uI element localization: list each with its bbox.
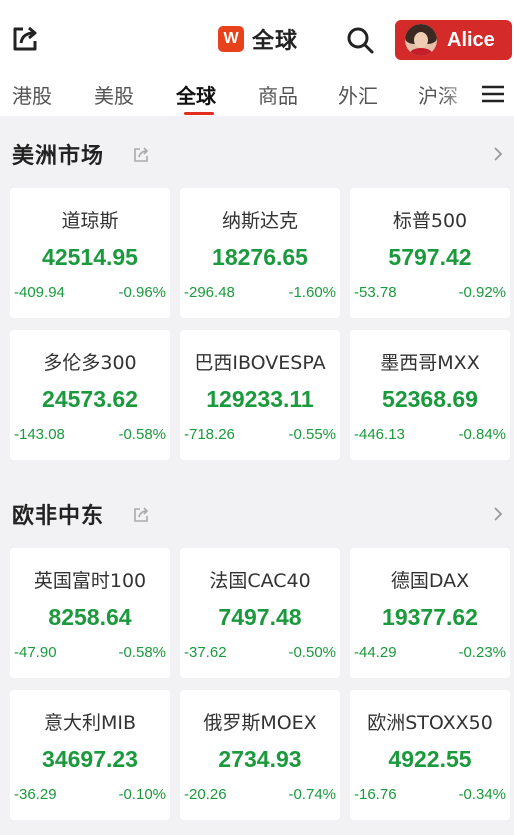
- index-card[interactable]: 多伦多300 24573.62 -143.08 -0.58%: [10, 330, 170, 460]
- section-americas-header[interactable]: 美洲市场: [0, 124, 514, 180]
- search-icon[interactable]: [344, 24, 376, 56]
- index-card[interactable]: 墨西哥MXX 52368.69 -446.13 -0.84%: [350, 330, 510, 460]
- index-change-pct: -0.50%: [288, 644, 336, 661]
- index-change-pct: -1.60%: [288, 284, 336, 301]
- index-card[interactable]: 法国CAC40 7497.48 -37.62 -0.50%: [180, 548, 340, 678]
- index-card[interactable]: 德国DAX 19377.62 -44.29 -0.23%: [350, 548, 510, 678]
- section-title: 美洲市场: [12, 144, 105, 169]
- top-bar: W 全球 Alice: [0, 0, 514, 72]
- index-change: -718.26: [184, 426, 235, 443]
- index-change-pct: -0.74%: [288, 786, 336, 803]
- index-card[interactable]: 欧洲STOXX50 4922.55 -16.76 -0.34%: [350, 690, 510, 820]
- tab-hk-stocks[interactable]: 港股: [12, 80, 52, 109]
- tab-us-stocks[interactable]: 美股: [94, 80, 134, 109]
- brand-logo-icon: W: [218, 26, 244, 52]
- section-emea-header[interactable]: 欧非中东: [0, 484, 514, 540]
- market-tabs: 港股 美股 全球 商品 外汇 沪深: [0, 72, 514, 116]
- index-name: 标普500: [392, 210, 468, 232]
- index-price: 7497.48: [218, 604, 302, 630]
- index-price: 34697.23: [42, 746, 138, 772]
- index-name: 德国DAX: [390, 570, 470, 592]
- external-link-icon[interactable]: [132, 506, 150, 524]
- chevron-right-icon[interactable]: [492, 504, 504, 524]
- tab-commodities[interactable]: 商品: [258, 80, 298, 109]
- index-name: 俄罗斯MOEX: [203, 712, 317, 734]
- user-account-button[interactable]: Alice: [395, 20, 512, 60]
- index-change: -47.90: [14, 644, 57, 661]
- index-change-pct: -0.96%: [118, 284, 166, 301]
- index-price: 4922.55: [388, 746, 472, 772]
- index-change-pct: -0.58%: [118, 426, 166, 443]
- index-name: 巴西IBOVESPA: [194, 352, 326, 374]
- active-tab-indicator: [184, 112, 214, 115]
- index-price: 24573.62: [42, 386, 138, 412]
- index-price: 2734.93: [218, 746, 302, 772]
- index-change: -44.29: [354, 644, 397, 661]
- index-change-pct: -0.58%: [118, 644, 166, 661]
- tab-forex[interactable]: 外汇: [338, 80, 378, 109]
- avatar: [405, 24, 437, 56]
- share-icon[interactable]: [10, 24, 40, 54]
- index-card[interactable]: 纳斯达克 18276.65 -296.48 -1.60%: [180, 188, 340, 318]
- index-name: 道琼斯: [61, 210, 119, 232]
- index-price: 18276.65: [212, 244, 308, 270]
- index-price: 8258.64: [48, 604, 132, 630]
- index-change: -37.62: [184, 644, 227, 661]
- index-card[interactable]: 巴西IBOVESPA 129233.11 -718.26 -0.55%: [180, 330, 340, 460]
- index-name: 法国CAC40: [209, 570, 311, 592]
- index-change: -16.76: [354, 786, 397, 803]
- index-name: 欧洲STOXX50: [367, 712, 493, 734]
- index-price: 129233.11: [206, 386, 314, 412]
- index-change-pct: -0.34%: [458, 786, 506, 803]
- index-change-pct: -0.23%: [458, 644, 506, 661]
- index-price: 5797.42: [388, 244, 472, 270]
- index-change: -36.29: [14, 786, 57, 803]
- index-card[interactable]: 英国富时100 8258.64 -47.90 -0.58%: [10, 548, 170, 678]
- index-card[interactable]: 道琼斯 42514.95 -409.94 -0.96%: [10, 188, 170, 318]
- external-link-icon[interactable]: [132, 146, 150, 164]
- index-change: -296.48: [184, 284, 235, 301]
- index-change: -143.08: [14, 426, 65, 443]
- menu-icon[interactable]: [480, 82, 506, 106]
- index-change: -409.94: [14, 284, 65, 301]
- user-name: Alice: [447, 28, 495, 51]
- index-change-pct: -0.10%: [118, 786, 166, 803]
- index-name: 墨西哥MXX: [380, 352, 480, 374]
- index-price: 52368.69: [382, 386, 478, 412]
- index-card[interactable]: 意大利MIB 34697.23 -36.29 -0.10%: [10, 690, 170, 820]
- index-name: 英国富时100: [33, 570, 147, 592]
- index-card[interactable]: 标普500 5797.42 -53.78 -0.92%: [350, 188, 510, 318]
- index-change-pct: -0.55%: [288, 426, 336, 443]
- index-change-pct: -0.84%: [458, 426, 506, 443]
- index-change: -20.26: [184, 786, 227, 803]
- index-price: 42514.95: [42, 244, 138, 270]
- index-name: 意大利MIB: [43, 712, 137, 734]
- index-name: 多伦多300: [43, 352, 137, 374]
- brand: W 全球: [218, 22, 298, 56]
- page-title: 全球: [252, 29, 299, 54]
- index-change-pct: -0.92%: [458, 284, 506, 301]
- section-title: 欧非中东: [12, 504, 105, 529]
- index-price: 19377.62: [382, 604, 478, 630]
- index-change: -53.78: [354, 284, 397, 301]
- index-name: 纳斯达克: [221, 210, 298, 232]
- chevron-right-icon[interactable]: [492, 144, 504, 164]
- index-card[interactable]: 俄罗斯MOEX 2734.93 -20.26 -0.74%: [180, 690, 340, 820]
- index-change: -446.13: [354, 426, 405, 443]
- tab-global[interactable]: 全球: [176, 80, 216, 109]
